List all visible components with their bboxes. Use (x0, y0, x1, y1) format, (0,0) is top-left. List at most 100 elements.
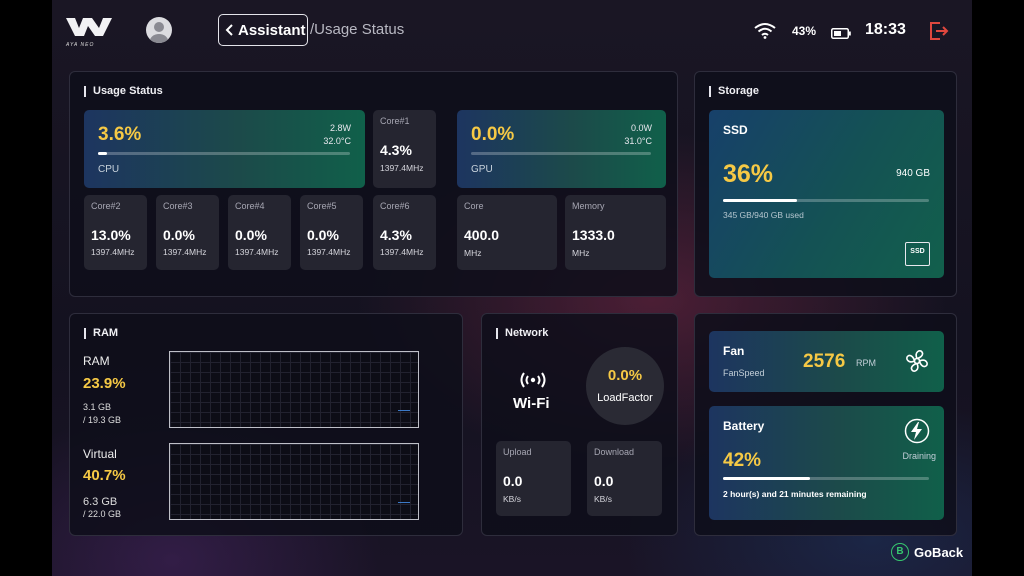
core-1-tile: Core#1 4.3% 1397.4MHz (373, 110, 436, 188)
download-tile: Download 0.0 KB/s (587, 441, 662, 516)
ssd-icon-text: SSD (910, 248, 925, 255)
logout-button[interactable] (928, 21, 950, 46)
ssd-label: SSD (723, 123, 748, 137)
core-usage: 0.0% (163, 227, 195, 243)
gpu-card[interactable]: 0.0% 0.0W 31.0°C GPU (457, 110, 666, 188)
ssd-card[interactable]: SSD 36% 940 GB 345 GB/940 GB used SSD (709, 110, 944, 278)
core-frequency: 1397.4MHz (163, 247, 207, 257)
core-frequency: 1397.4MHz (380, 163, 424, 173)
core-frequency: 1397.4MHz (307, 247, 351, 257)
core-name: Core#6 (380, 201, 410, 211)
cpu-temperature: 32.0°C (323, 136, 351, 146)
cpu-card[interactable]: 3.6% 2.8W 32.0°C CPU (84, 110, 365, 188)
cpu-usage-value: 3.6% (98, 124, 142, 145)
user-icon (150, 22, 168, 43)
download-value: 0.0 (594, 473, 614, 489)
goback-label: GoBack (914, 544, 964, 560)
virtual-total: / 22.0 GB (83, 509, 122, 519)
core-usage: 0.0% (235, 227, 267, 243)
ram-panel: RAM RAM 23.9% 3.1 GB / 19.3 GB Virtual 4… (69, 313, 463, 536)
gpu-label: GPU (471, 164, 493, 175)
battery-card[interactable]: Battery Draining 42% 2 hour(s) and 21 mi… (709, 406, 944, 520)
core-name: Core#4 (235, 201, 265, 211)
logo-text: AYA NEO (66, 42, 95, 48)
gpu-memory-clock-tile: Memory 1333.0 MHz (565, 195, 666, 270)
usage-status-panel: Usage Status 3.6% 2.8W 32.0°C CPU Core#1… (69, 71, 678, 297)
core-frequency: 1397.4MHz (91, 247, 135, 257)
ssd-used-text: 345 GB/940 GB used (723, 210, 804, 220)
ram-total: / 19.3 GB (83, 415, 122, 425)
battery-remaining: 2 hour(s) and 21 minutes remaining (723, 489, 867, 499)
chevron-left-icon (225, 24, 233, 36)
battery-percent: 42% (723, 450, 762, 471)
gpu-core-unit: MHz (464, 248, 482, 258)
core-frequency: 1397.4MHz (235, 247, 279, 257)
virtual-usage-percent: 40.7% (83, 467, 126, 484)
ssd-total-size: 940 GB (896, 168, 930, 179)
core-2-tile: Core#2 13.0% 1397.4MHz (84, 195, 147, 270)
virtual-memory-graph (169, 443, 419, 520)
ayaneo-logo: AYA NEO (66, 18, 112, 48)
gpu-memory-label: Memory (572, 201, 605, 211)
upload-label: Upload (503, 447, 532, 457)
load-factor-label: LoadFactor (597, 392, 653, 404)
ssd-icon: SSD (905, 242, 930, 266)
core-usage: 4.3% (380, 142, 412, 158)
ram-used: 3.1 GB (83, 402, 112, 412)
back-button-label: Assistant (238, 21, 306, 39)
core-name: Core#3 (163, 201, 193, 211)
download-unit: KB/s (594, 494, 612, 504)
ram-usage-percent: 23.9% (83, 375, 126, 392)
fan-battery-panel: Fan FanSpeed 2576 RPM Battery Draining 4… (694, 313, 957, 536)
ram-label: RAM (83, 354, 110, 368)
battery-status-icon (831, 26, 851, 44)
gpu-usage-bar (471, 152, 651, 155)
gpu-temperature: 31.0°C (624, 136, 652, 146)
core-4-tile: Core#4 0.0% 1397.4MHz (228, 195, 291, 270)
ram-usage-graph (169, 351, 419, 428)
core-usage: 0.0% (307, 227, 339, 243)
battery-percentage: 43% (792, 24, 817, 38)
battery-title: Battery (723, 419, 765, 433)
fan-speed-unit: RPM (856, 358, 876, 368)
storage-panel: Storage SSD 36% 940 GB 345 GB/940 GB use… (694, 71, 957, 297)
upload-value: 0.0 (503, 473, 523, 489)
back-button[interactable]: Assistant (218, 14, 308, 46)
gpu-core-value: 400.0 (464, 227, 500, 243)
gpu-memory-unit: MHz (572, 248, 590, 258)
b-button-icon: B (891, 543, 909, 561)
graph-line (398, 410, 410, 411)
logo-mark-icon (66, 18, 112, 36)
gpu-core-label: Core (464, 201, 484, 211)
core-3-tile: Core#3 0.0% 1397.4MHz (156, 195, 219, 270)
cpu-label: CPU (98, 164, 120, 175)
breadcrumb: /Usage Status (310, 21, 405, 38)
network-type: Wi-Fi (513, 395, 550, 412)
core-frequency: 1397.4MHz (380, 247, 424, 257)
wifi-icon (754, 22, 776, 44)
fan-title: Fan (723, 344, 745, 358)
fan-speed-value: 2576 (803, 351, 846, 372)
core-name: Core#1 (380, 116, 410, 126)
core-usage: 13.0% (91, 227, 131, 243)
core-usage: 4.3% (380, 227, 412, 243)
lightning-icon (904, 418, 930, 449)
gpu-memory-value: 1333.0 (572, 227, 615, 243)
download-label: Download (594, 447, 635, 457)
usage-status-title: Usage Status (84, 86, 163, 97)
usage-status-screen: AYA NEO Assistant /Usage Status 43% 18:3… (52, 0, 972, 576)
battery-level-bar (723, 477, 929, 480)
wifi-signal-icon (519, 371, 547, 394)
ram-title: RAM (84, 328, 118, 339)
cpu-usage-fill (98, 152, 108, 155)
virtual-used: 6.3 GB (83, 496, 118, 508)
core-name: Core#5 (307, 201, 337, 211)
battery-state: Draining (902, 451, 936, 461)
goback-button[interactable]: B GoBack (891, 543, 963, 561)
network-panel: Network Wi-Fi 0.0% LoadFactor Upload 0.0… (481, 313, 678, 536)
fan-card[interactable]: Fan FanSpeed 2576 RPM (709, 331, 944, 392)
cpu-usage-bar (98, 152, 350, 155)
upload-unit: KB/s (503, 494, 521, 504)
user-avatar[interactable] (146, 17, 172, 43)
gpu-power: 0.0W (630, 123, 652, 133)
